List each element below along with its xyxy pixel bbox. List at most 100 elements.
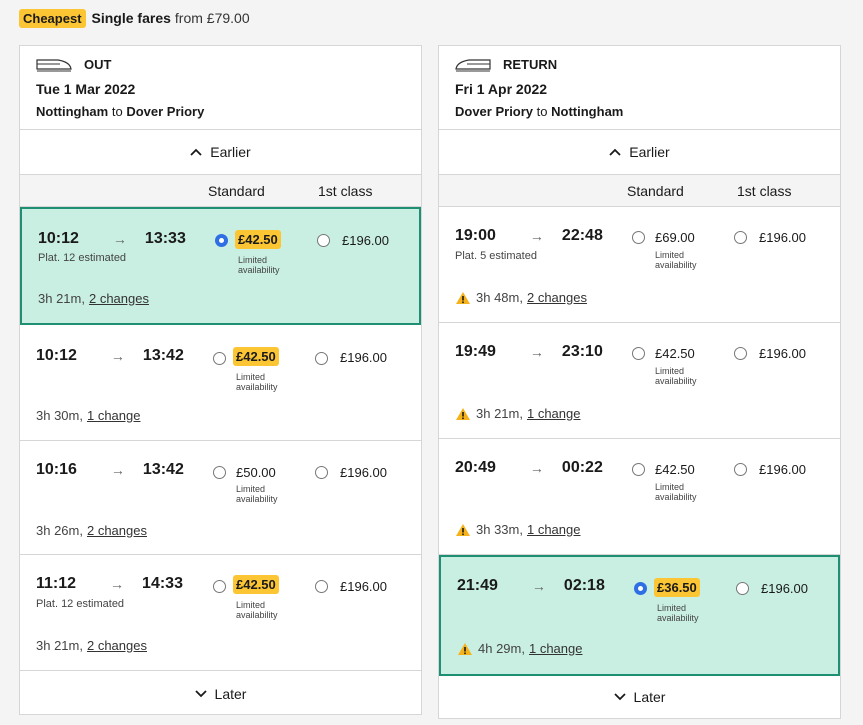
- warning-icon: [456, 407, 470, 420]
- first-class-fare-radio[interactable]: [734, 231, 747, 244]
- first-class-price: £196.00: [342, 233, 389, 248]
- journey-row[interactable]: 10:16 → 13:42 £50.00 Limited availability £…: [20, 441, 421, 555]
- changes-link[interactable]: 2 changes: [87, 523, 147, 538]
- platform-info: Plat. 12 estimated: [38, 252, 127, 264]
- changes-link[interactable]: 2 changes: [527, 290, 587, 305]
- departure-time: 11:12: [36, 575, 77, 592]
- first-class-fare-radio[interactable]: [315, 580, 328, 593]
- standard-price: £50.00: [236, 465, 276, 480]
- standard-fare-radio[interactable]: [634, 582, 647, 595]
- journey-duration: 3h 48m, 2 changes: [455, 290, 587, 305]
- standard-header: Standard: [208, 183, 265, 199]
- origin-station: Dover Priory: [455, 104, 534, 119]
- journey-row[interactable]: 19:49 → 23:10 £42.50 Limited availability £…: [439, 323, 840, 439]
- changes-link[interactable]: 1 change: [87, 408, 141, 423]
- standard-fare-radio[interactable]: [213, 466, 226, 479]
- changes-link[interactable]: 2 changes: [89, 291, 149, 306]
- first-class-fare-radio[interactable]: [315, 466, 328, 479]
- journey-row[interactable]: 19:00 → 22:48 Plat. 5 estimated £69.00 Lim…: [439, 207, 840, 323]
- availability-note: Limited availability: [655, 366, 697, 386]
- journey-duration: 3h 30m, 1 change: [36, 408, 141, 423]
- first-class-fare-radio[interactable]: [734, 463, 747, 476]
- departure-time: 21:49: [457, 577, 498, 594]
- first-class-fare-radio[interactable]: [315, 352, 328, 365]
- warning-icon: [456, 523, 470, 536]
- arrival-time: 13:33: [144, 230, 186, 247]
- first-class-price: £196.00: [340, 579, 387, 594]
- fare-type-label: Single fares: [91, 10, 171, 26]
- journey-row[interactable]: 20:49 → 00:22 £42.50 Limited availability £…: [439, 439, 840, 555]
- arrow-icon: →: [531, 578, 546, 594]
- arrival-time: 02:18: [563, 577, 605, 594]
- standard-fare-radio[interactable]: [632, 231, 645, 244]
- first-class-price: £196.00: [761, 581, 808, 596]
- fare-class-headers: Standard 1st class: [20, 175, 421, 207]
- chevron-up-icon: [190, 148, 202, 156]
- journey-row[interactable]: 10:12 → 13:33 Plat. 12 estimated £42.50 Li…: [20, 207, 421, 325]
- standard-header: Standard: [627, 183, 684, 199]
- journey-duration: 3h 26m, 2 changes: [36, 523, 147, 538]
- journey-row[interactable]: 10:12 → 13:42 £42.50 Limited availability £…: [20, 325, 421, 441]
- departure-time: 19:49: [455, 343, 496, 360]
- journey-duration: 3h 21m, 1 change: [455, 406, 580, 421]
- first-class-price: £196.00: [759, 462, 806, 477]
- outbound-column: OUT Tue 1 Mar 2022 Nottingham to Dover P…: [19, 45, 422, 715]
- arrow-icon: →: [110, 348, 125, 364]
- platform-info: Plat. 5 estimated: [455, 250, 537, 262]
- departure-time: 19:00: [455, 227, 496, 244]
- standard-fare-radio[interactable]: [213, 352, 226, 365]
- availability-note: Limited availability: [236, 484, 278, 504]
- arrival-time: 14:33: [142, 575, 183, 592]
- arrival-time: 23:10: [561, 343, 603, 360]
- standard-price: £42.50: [235, 230, 281, 249]
- availability-note: Limited availability: [238, 255, 280, 275]
- journey-row[interactable]: 21:49 → 02:18 £36.50 Limited availability £…: [439, 555, 840, 676]
- return-header: RETURN Fri 1 Apr 2022 Dover Priory to No…: [439, 46, 840, 130]
- outbound-header: OUT Tue 1 Mar 2022 Nottingham to Dover P…: [20, 46, 421, 130]
- arrow-icon: →: [110, 576, 125, 592]
- arrow-icon: →: [529, 228, 544, 244]
- fare-from-price: from £79.00: [174, 10, 250, 26]
- standard-price: £42.50: [233, 347, 279, 366]
- journey-duration: 3h 21m, 2 changes: [36, 638, 147, 653]
- standard-fare-radio[interactable]: [215, 234, 228, 247]
- arrival-time: 13:42: [142, 347, 184, 364]
- earlier-button[interactable]: Earlier: [439, 130, 840, 175]
- destination-station: Dover Priory: [126, 104, 205, 119]
- first-class-fare-radio[interactable]: [317, 234, 330, 247]
- standard-price: £36.50: [654, 578, 700, 597]
- travel-date: Fri 1 Apr 2022: [455, 81, 548, 97]
- first-class-fare-radio[interactable]: [736, 582, 749, 595]
- chevron-down-icon: [194, 689, 207, 697]
- changes-link[interactable]: 1 change: [529, 641, 583, 656]
- availability-note: Limited availability: [236, 600, 278, 620]
- availability-note: Limited availability: [655, 250, 697, 270]
- availability-note: Limited availability: [657, 603, 699, 623]
- arrow-icon: →: [529, 460, 544, 476]
- departure-time: 10:12: [38, 230, 79, 247]
- changes-link[interactable]: 2 changes: [87, 638, 147, 653]
- travel-date: Tue 1 Mar 2022: [36, 81, 136, 97]
- journey-row[interactable]: 11:12 → 14:33 Plat. 12 estimated £42.50 Li…: [20, 555, 421, 671]
- first-class-price: £196.00: [759, 230, 806, 245]
- later-button[interactable]: Later: [20, 671, 421, 716]
- standard-fare-radio[interactable]: [632, 463, 645, 476]
- first-class-price: £196.00: [340, 350, 387, 365]
- earlier-button[interactable]: Earlier: [20, 130, 421, 175]
- first-class-price: £196.00: [759, 346, 806, 361]
- standard-fare-radio[interactable]: [213, 580, 226, 593]
- changes-link[interactable]: 1 change: [527, 406, 581, 421]
- standard-fare-radio[interactable]: [632, 347, 645, 360]
- changes-link[interactable]: 1 change: [527, 522, 581, 537]
- route: Nottingham to Dover Priory: [36, 104, 205, 119]
- journey-duration: 3h 33m, 1 change: [455, 522, 580, 537]
- later-button[interactable]: Later: [439, 676, 840, 718]
- departure-time: 10:12: [36, 347, 77, 364]
- departure-time: 10:16: [36, 461, 77, 478]
- first-class-header: 1st class: [318, 183, 373, 199]
- direction-label: RETURN: [503, 57, 558, 72]
- origin-station: Nottingham: [36, 104, 109, 119]
- first-class-fare-radio[interactable]: [734, 347, 747, 360]
- journey-duration: 3h 21m, 2 changes: [38, 291, 149, 306]
- availability-note: Limited availability: [236, 372, 278, 392]
